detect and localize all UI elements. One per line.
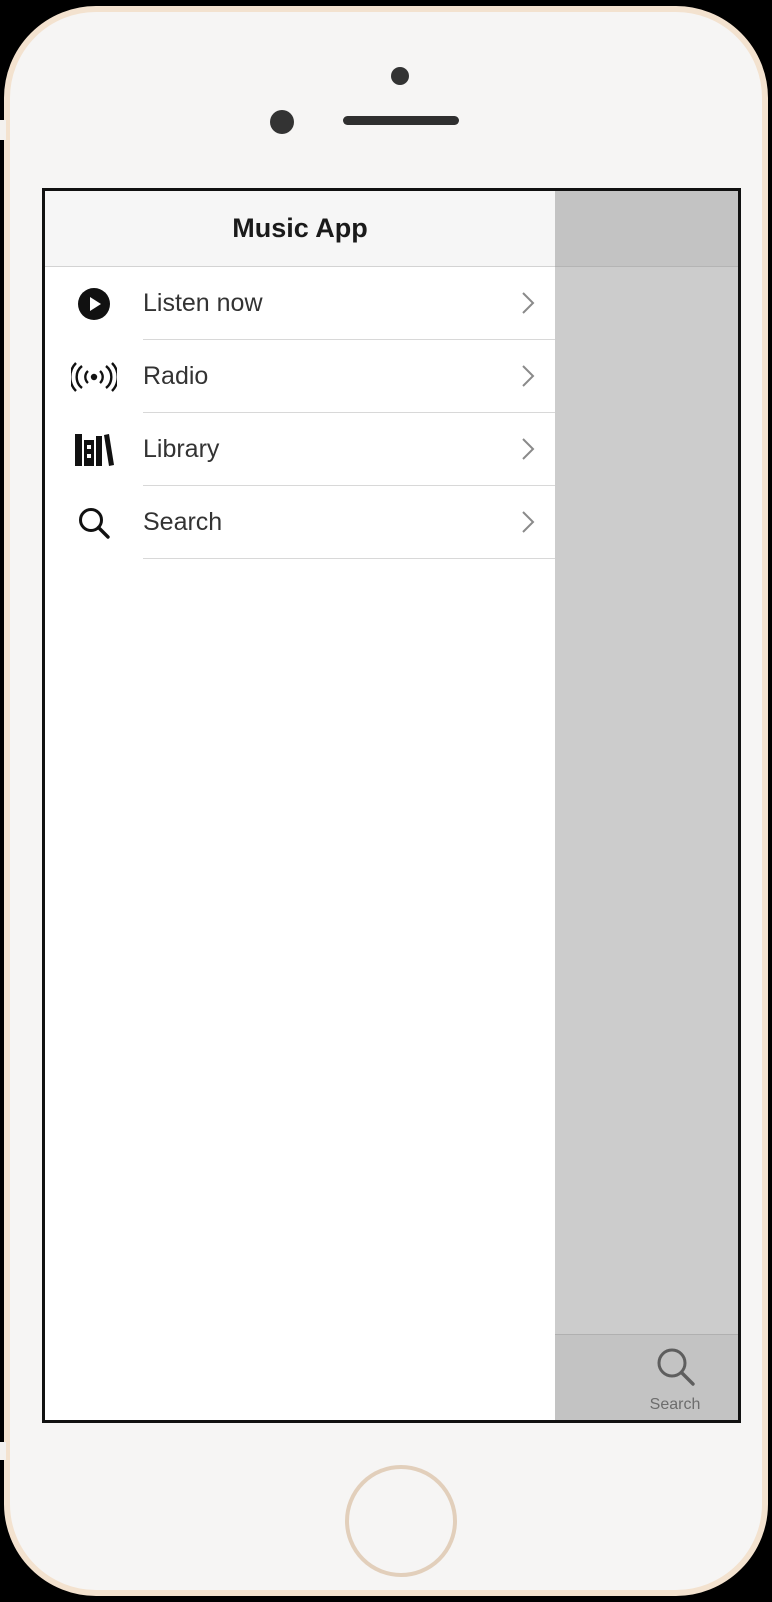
app-title: Music App	[232, 213, 368, 243]
menu-item-library[interactable]: Library	[45, 413, 555, 486]
home-button[interactable]	[345, 1465, 457, 1577]
side-button-left-lower	[0, 1442, 6, 1460]
dimmed-content-overlay[interactable]: Search	[555, 191, 738, 1420]
chevron-right-icon	[501, 290, 555, 316]
radio-broadcast-icon	[45, 361, 143, 392]
chevron-right-icon	[501, 509, 555, 535]
search-icon	[653, 1348, 697, 1393]
menu-item-search[interactable]: Search	[45, 486, 555, 559]
search-icon	[45, 506, 143, 540]
proximity-sensor	[391, 67, 409, 85]
front-camera	[270, 110, 294, 134]
side-drawer: Music App Listen now Radio Library Searc…	[45, 191, 555, 1420]
menu-item-label: Listen now	[143, 288, 263, 317]
tab-bar: Search	[555, 1334, 738, 1420]
tab-search[interactable]: Search	[625, 1345, 725, 1414]
menu-item-body: Search	[143, 486, 555, 559]
tab-label: Search	[649, 1396, 701, 1413]
menu-item-label: Radio	[143, 361, 209, 390]
menu-item-body: Radio	[143, 340, 555, 413]
menu-item-listen-now[interactable]: Listen now	[45, 267, 555, 340]
play-circle-icon	[45, 287, 143, 321]
menu-item-label: Search	[143, 507, 223, 536]
app-screen: Music App Listen now Radio Library Searc…	[42, 188, 741, 1423]
menu-item-body: Library	[143, 413, 555, 486]
earpiece-speaker	[343, 116, 459, 125]
menu-item-label: Library	[143, 434, 220, 463]
chevron-right-icon	[501, 363, 555, 389]
menu-item-radio[interactable]: Radio	[45, 340, 555, 413]
menu-item-body: Listen now	[143, 267, 555, 340]
library-icon	[45, 432, 143, 468]
chevron-right-icon	[501, 436, 555, 462]
drawer-header: Music App	[45, 191, 555, 267]
overlay-header	[555, 191, 738, 267]
side-button-left	[0, 120, 6, 140]
